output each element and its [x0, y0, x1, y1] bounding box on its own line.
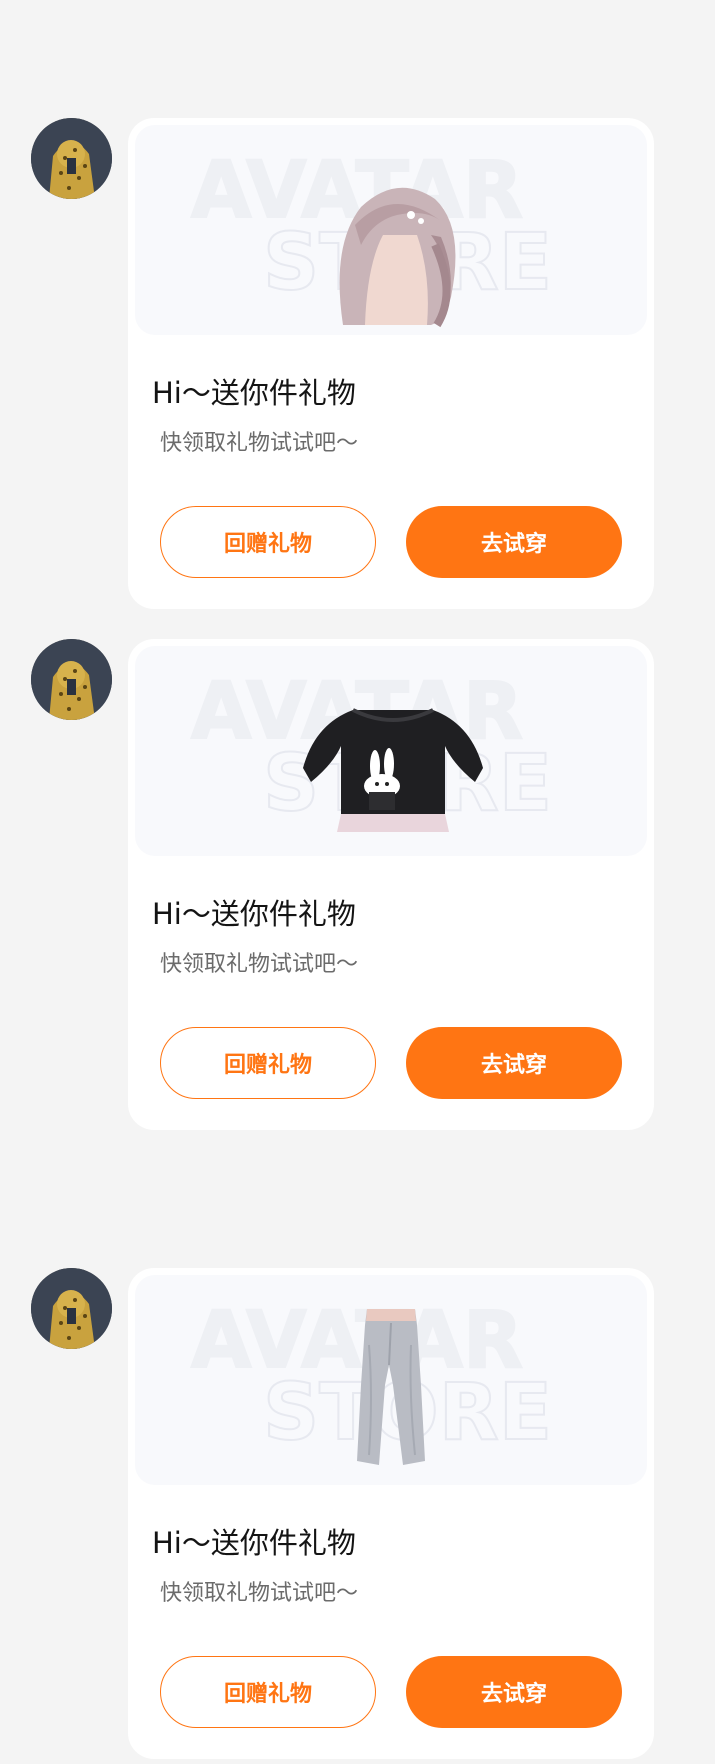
user-avatar[interactable]: [31, 639, 112, 720]
gift-title: Hi～送你件礼物: [152, 376, 356, 410]
pants-item-icon: [357, 1309, 425, 1465]
avatar-icon: [31, 1268, 112, 1349]
gift-message: AVATAR STORE Hi～送你件礼物 快领取礼物试试吧～ 回赠礼物 去试穿: [0, 1268, 715, 1759]
return-gift-button[interactable]: 回赠礼物: [160, 1027, 376, 1099]
user-avatar[interactable]: [31, 118, 112, 199]
return-gift-button[interactable]: 回赠礼物: [160, 506, 376, 578]
sweater-item-icon: [303, 708, 483, 832]
gift-message: AVATAR STORE Hi～送你件礼物 快领取礼物试试吧～ 回赠礼物 去试穿: [0, 639, 715, 1130]
try-on-button[interactable]: 去试穿: [406, 1027, 622, 1099]
gift-title: Hi～送你件礼物: [152, 1526, 356, 1560]
user-avatar[interactable]: [31, 1268, 112, 1349]
gift-subtitle: 快领取礼物试试吧～: [160, 431, 359, 456]
gift-subtitle: 快领取礼物试试吧～: [160, 1581, 359, 1606]
gift-subtitle: 快领取礼物试试吧～: [160, 952, 359, 977]
avatar-icon: [31, 639, 112, 720]
hair-item-icon: [339, 187, 456, 328]
gift-card: AVATAR STORE Hi～送你件礼物 快领取礼物试试吧～ 回赠礼物 去试穿: [128, 639, 654, 1130]
try-on-button[interactable]: 去试穿: [406, 1656, 622, 1728]
gift-preview-banner[interactable]: AVATAR STORE: [135, 1275, 647, 1485]
gift-message: AVATAR STORE Hi～送你件礼物 快领取礼物试试吧～ 回赠礼物 去试穿: [0, 118, 715, 609]
gift-card: AVATAR STORE Hi～送你件礼物 快领取礼物试试吧～ 回赠礼物 去试穿: [128, 118, 654, 609]
return-gift-button[interactable]: 回赠礼物: [160, 1656, 376, 1728]
avatar-icon: [31, 118, 112, 199]
gift-title: Hi～送你件礼物: [152, 897, 356, 931]
gift-card: AVATAR STORE Hi～送你件礼物 快领取礼物试试吧～ 回赠礼物 去试穿: [128, 1268, 654, 1759]
try-on-button[interactable]: 去试穿: [406, 506, 622, 578]
gift-preview-banner[interactable]: AVATAR STORE: [135, 646, 647, 856]
gift-preview-banner[interactable]: AVATAR STORE: [135, 125, 647, 335]
